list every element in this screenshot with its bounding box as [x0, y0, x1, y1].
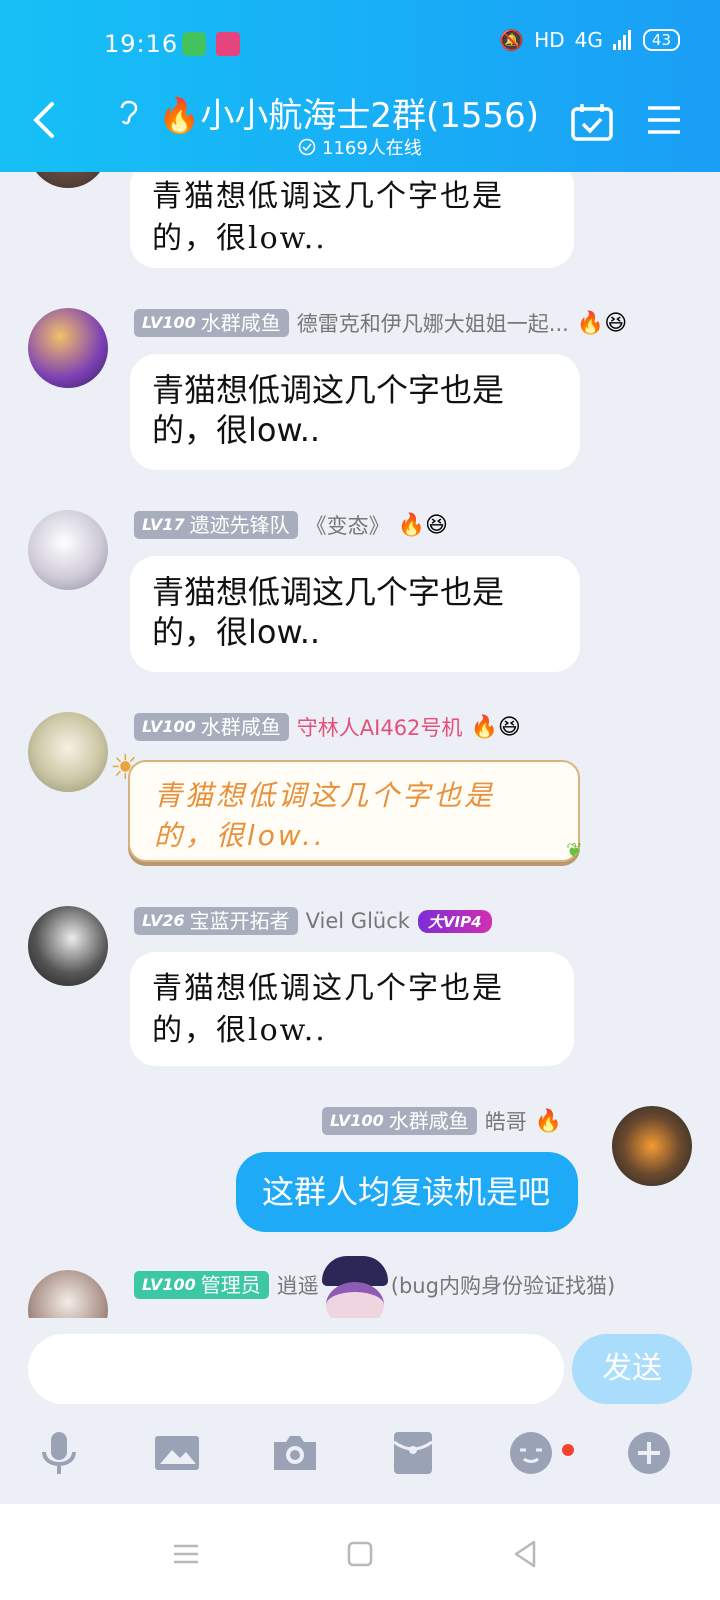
level-badge: LV26 宝蓝开拓者 — [134, 907, 298, 935]
avatar[interactable] — [28, 712, 108, 792]
admin-badge: LV100 管理员 — [134, 1271, 269, 1299]
group-name: 小小航海士2群(1556) — [200, 96, 540, 136]
listen-ear-icon[interactable] — [116, 96, 140, 126]
sender-meta: LV100 水群咸鱼 守林人AI462号机 🔥😆 — [134, 712, 521, 742]
online-check-icon — [298, 138, 316, 156]
status-bar: 19:16 🔕 HD 4G 43 — [0, 28, 720, 62]
avatar[interactable] — [28, 906, 108, 986]
sender-name[interactable]: 守林人AI462号机 — [297, 712, 463, 742]
signal-label: 4G — [574, 28, 603, 52]
battery-indicator: 43 — [642, 29, 680, 51]
home-icon[interactable] — [340, 1534, 380, 1574]
level-badge: LV100 水群咸鱼 — [322, 1107, 477, 1135]
status-emoji: 🔥 — [534, 1108, 563, 1134]
composer: 发送 — [0, 1318, 720, 1418]
flame-icon: 🔥 — [158, 96, 201, 136]
status-emoji: 🔥😆 — [470, 714, 521, 740]
camera-icon[interactable] — [270, 1428, 320, 1478]
sender-name[interactable]: 逍遥 — [277, 1270, 319, 1300]
menu-icon[interactable] — [646, 104, 682, 136]
online-count-label: 1169人在线 — [322, 138, 422, 159]
microphone-icon[interactable] — [34, 1428, 84, 1478]
image-icon[interactable] — [152, 1428, 202, 1478]
self-message-bubble[interactable]: 这群人均复读机是吧 — [236, 1152, 578, 1232]
leaf-decoration-icon: ❦ — [566, 838, 583, 862]
group-title[interactable]: 🔥小小航海士2群(1556) — [158, 88, 539, 137]
status-emoji: 🔥😆 — [576, 310, 628, 336]
sender-name[interactable]: Viel Glück — [306, 909, 410, 933]
self-avatar[interactable] — [612, 1106, 692, 1186]
notification-dot — [562, 1444, 574, 1456]
app-notification-icon — [182, 32, 206, 56]
emoji-icon[interactable] — [506, 1428, 556, 1478]
sender-meta: LV26 宝蓝开拓者 Viel Glück 大VIP4 — [134, 906, 492, 936]
avatar[interactable] — [28, 510, 108, 590]
hd-label: HD — [534, 28, 565, 52]
system-nav-bar — [0, 1504, 720, 1600]
vip-badge: 大VIP4 — [417, 909, 492, 933]
sender-name-suffix: (bug内购身份验证找猫) — [390, 1274, 616, 1298]
app-notification-icon-2 — [216, 32, 240, 56]
calendar-checkin-icon[interactable] — [570, 102, 614, 142]
message-bubble[interactable]: 青猫想低调这几个字也是的，很low.. — [130, 556, 580, 672]
avatar[interactable] — [28, 308, 108, 388]
message-list[interactable]: 青猫想低调这几个字也是的，很low.. LV100 水群咸鱼 德雷克和伊凡娜大姐姐… — [0, 172, 720, 1340]
signal-bars-icon — [612, 30, 631, 50]
plus-icon[interactable] — [624, 1428, 674, 1478]
level-badge: LV100 水群咸鱼 — [134, 309, 289, 337]
level-badge: LV17 遗迹先锋队 — [134, 511, 298, 539]
sender-name[interactable]: 《变态》 — [306, 510, 390, 540]
chat-header: 19:16 🔕 HD 4G 43 🔥小小航海士2群(1556) 1169人在线 — [0, 0, 720, 172]
back-nav-icon[interactable] — [506, 1534, 546, 1574]
sender-meta: LV100 水群咸鱼 德雷克和伊凡娜大姐姐一起... 🔥😆 — [134, 308, 627, 338]
avatar[interactable] — [28, 172, 108, 188]
composer-tools — [0, 1418, 720, 1504]
sender-name[interactable]: 皓哥 — [485, 1106, 527, 1136]
message-bubble[interactable]: 青猫想低调这几个字也是的，很low.. — [128, 760, 580, 862]
send-button[interactable]: 发送 — [572, 1334, 692, 1404]
message-bubble[interactable]: 青猫想低调这几个字也是的，很low.. — [130, 354, 580, 470]
recent-apps-icon[interactable] — [166, 1534, 206, 1574]
sender-name[interactable]: 德雷克和伊凡娜大姐姐一起... — [297, 308, 569, 338]
status-emoji: 🔥😆 — [397, 512, 448, 538]
status-right: 🔕 HD 4G 43 — [499, 28, 680, 52]
message-bubble[interactable]: 青猫想低调这几个字也是的，很low.. — [130, 172, 574, 268]
sender-meta: LV17 遗迹先锋队 《变态》 🔥😆 — [134, 510, 448, 540]
level-badge: LV100 水群咸鱼 — [134, 713, 289, 741]
mute-bell-icon: 🔕 — [499, 28, 525, 52]
message-input[interactable] — [28, 1334, 564, 1404]
message-bubble[interactable]: 青猫想低调这几个字也是的，很low.. — [130, 952, 574, 1066]
back-arrow-icon[interactable] — [30, 100, 58, 140]
red-packet-icon[interactable] — [388, 1428, 438, 1478]
sender-meta: LV100 水群咸鱼 皓哥 🔥 — [322, 1106, 562, 1136]
status-time: 19:16 — [104, 30, 179, 58]
online-count: 1169人在线 — [298, 134, 422, 160]
